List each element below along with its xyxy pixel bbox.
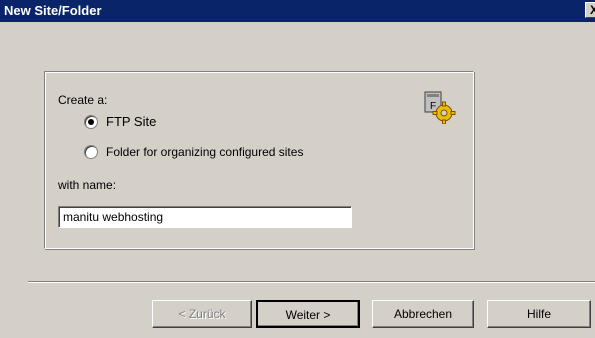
site-name-input[interactable]: manitu webhosting — [58, 206, 352, 228]
name-label: with name: — [58, 178, 117, 192]
title-bar: New Site/Folder X — [0, 0, 595, 22]
next-button[interactable]: Weiter > — [256, 300, 360, 328]
svg-text:F: F — [430, 101, 436, 112]
radio-button-checked[interactable] — [84, 114, 98, 129]
create-label: Create a: — [58, 93, 108, 107]
radio-label-folder: Folder for organizing configured sites — [106, 145, 304, 159]
back-button[interactable]: < Zurück — [152, 300, 252, 328]
cancel-button[interactable]: Abbrechen — [372, 300, 474, 328]
window-title: New Site/Folder — [4, 3, 102, 18]
radio-folder[interactable]: Folder for organizing configured sites — [84, 145, 303, 159]
close-button[interactable]: X — [585, 2, 595, 18]
separator — [28, 281, 595, 283]
radio-label-ftp-site: FTP Site — [106, 114, 157, 129]
radio-button-unchecked[interactable] — [84, 145, 98, 159]
help-button[interactable]: Hilfe — [487, 300, 591, 328]
close-icon: X — [589, 3, 595, 17]
wizard-gear-icon: F — [424, 91, 456, 124]
radio-ftp-site[interactable]: FTP Site — [84, 114, 156, 129]
